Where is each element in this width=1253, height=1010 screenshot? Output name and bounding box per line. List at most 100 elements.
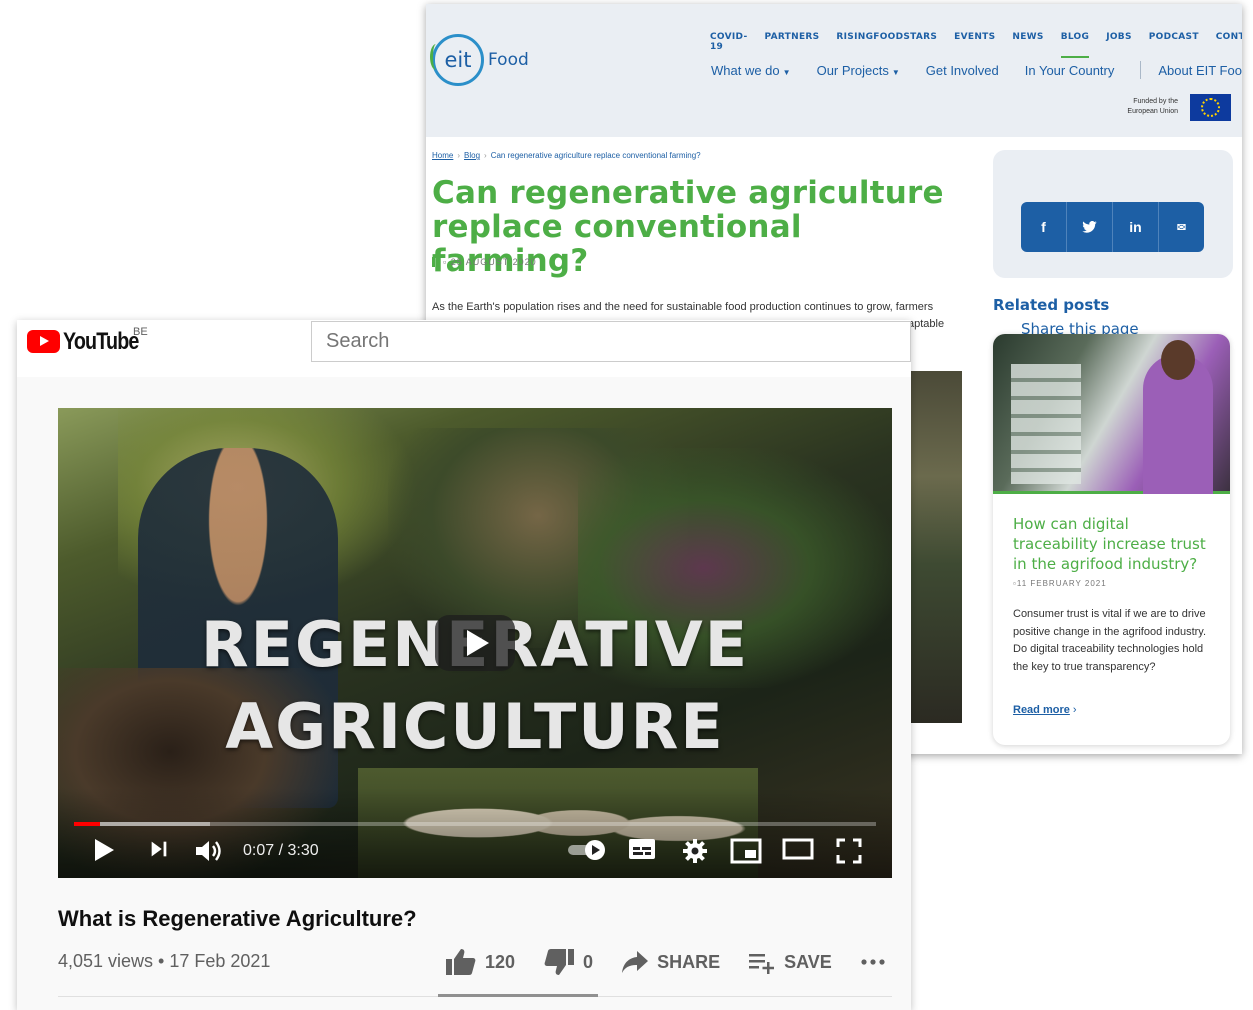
nav-in-your-country[interactable]: In Your Country [1025,63,1115,78]
breadcrumb-separator: › [484,151,487,160]
region-badge: BE [133,326,148,338]
time-display: 0:07 / 3:30 [243,842,319,859]
breadcrumb-blog[interactable]: Blog [464,151,480,160]
breadcrumb: Home › Blog › Can regenerative agriculture r… [432,151,701,160]
linkedin-icon: in [1129,219,1142,235]
share-arrow-icon [622,951,649,973]
autoplay-toggle[interactable] [566,838,608,862]
more-actions-button[interactable] [860,958,894,966]
top-nav-news[interactable]: NEWS [1012,32,1043,52]
skip-next-icon [151,841,167,857]
more-horizontal-icon [861,959,885,965]
chevron-right-icon: › [1072,704,1077,716]
related-post-image [993,334,1230,494]
breadcrumb-separator: › [457,151,461,160]
read-more-label: Read more [1013,704,1070,716]
top-nav-partners[interactable]: PARTNERS [765,32,820,52]
big-play-button[interactable] [435,615,515,671]
like-button[interactable]: 120 [445,948,515,976]
miniplayer-button[interactable] [730,838,762,864]
save-button[interactable]: SAVE [748,950,832,974]
email-icon: ✉ [1176,221,1187,234]
eit-main-nav: What we do ▼ Our Projects ▼ Get Involved I… [711,61,1242,79]
share-email-button[interactable]: ✉ [1159,202,1204,252]
like-count: 120 [485,951,516,972]
twitter-icon [1082,221,1097,233]
youtube-logo-icon[interactable] [27,330,60,353]
fullscreen-icon [836,838,862,864]
nav-our-projects-label: Our Projects [816,62,889,78]
article-intro-text: As the Earth's population rises and the … [432,301,934,313]
share-label: SHARE [657,951,721,972]
nav-about[interactable]: About EIT Food [1158,63,1242,78]
nav-what-we-do[interactable]: What we do ▼ [711,63,791,78]
eit-logo-text[interactable]: Food [488,50,529,70]
progress-bar[interactable] [74,822,876,826]
video-meta: 4,051 views • 17 Feb 2021 [58,951,271,971]
top-nav-jobs[interactable]: JOBS [1106,32,1132,52]
video-actions: 120 0 SHARE SAVE [445,948,911,976]
post-date-text: 25 AUGUST 2020 [450,257,537,267]
top-nav-covid[interactable]: COVID-19 [710,32,748,52]
dislike-count: 0 [583,951,594,972]
eit-header: eit Food COVID-19 PARTNERS RISINGFOODSTA… [426,4,1242,137]
related-post-date: ▫11 FEBRUARY 2021 [1013,579,1107,588]
related-post-date-text: 11 FEBRUARY 2021 [1016,579,1107,588]
youtube-topbar: YouTube BE [17,320,911,377]
top-nav-blog[interactable]: BLOG [1060,32,1090,58]
top-nav-podcast[interactable]: PODCAST [1149,32,1199,52]
progress-played [74,822,101,826]
miniplayer-icon [730,838,762,864]
nav-separator [1140,61,1142,79]
video-title: What is Regenerative Agriculture? [58,906,417,931]
eit-logo-mark: eit [444,48,472,72]
page: eit Food COVID-19 PARTNERS RISINGFOODSTA… [0,0,1253,1010]
volume-button[interactable] [194,838,224,864]
youtube-logo-text[interactable]: YouTube [63,328,139,356]
share-facebook-button[interactable]: f [1021,202,1067,252]
caret-down-icon: ▼ [891,67,900,77]
caret-down-icon: ▼ [782,67,791,77]
theater-mode-button[interactable] [782,838,814,860]
play-button[interactable] [92,838,116,862]
settings-button[interactable] [682,838,708,864]
youtube-window: YouTube BE REGENERATIVE AGRICULTURE [17,320,911,1010]
top-nav-events[interactable]: EVENTS [954,32,995,52]
autoplay-icon [568,840,605,860]
related-post-excerpt: Consumer trust is vital if we are to dri… [1013,608,1207,673]
top-nav-risingfoodstars[interactable]: RISINGFOODSTARS [836,32,937,52]
read-more-link[interactable]: Read more › [1013,704,1077,716]
dislike-button[interactable]: 0 [543,948,593,976]
controls-gradient [58,788,892,878]
eit-top-nav: COVID-19 PARTNERS RISINGFOODSTARS EVENTS… [710,32,1242,58]
article-hero-image [910,371,962,723]
calendar-icon: ▫ [443,257,448,267]
share-buttons: f in ✉ [1021,202,1204,252]
nav-get-involved[interactable]: Get Involved [926,63,999,78]
nav-our-projects[interactable]: Our Projects ▼ [817,63,900,78]
save-label: SAVE [784,951,832,972]
breadcrumb-current: Can regenerative agriculture replace con… [490,151,701,160]
facebook-icon: f [1041,219,1046,235]
search-input[interactable] [311,321,911,362]
video-player[interactable]: REGENERATIVE AGRICULTURE 0:07 / 3:30 [58,408,892,878]
subtitles-icon [629,839,655,859]
subtitles-button[interactable] [628,838,656,860]
fullscreen-button[interactable] [836,838,862,864]
related-post-card[interactable]: How can digital traceability increase tr… [993,334,1230,745]
share-linkedin-button[interactable]: in [1113,202,1159,252]
like-ratio-bar [438,994,598,997]
share-twitter-button[interactable] [1067,202,1113,252]
eu-flag-icon [1190,94,1231,121]
breadcrumb-home[interactable]: Home [432,151,453,160]
next-button[interactable] [148,838,170,860]
related-post-title[interactable]: How can digital traceability increase tr… [1013,514,1218,574]
top-nav-contact[interactable]: CONTACT [1216,32,1242,52]
related-posts-title: Related posts [993,296,1110,314]
volume-icon [196,841,221,861]
eit-logo-accent [430,44,442,70]
share-button[interactable]: SHARE [621,950,720,974]
video-overlay-line-2: AGRICULTURE [225,690,725,763]
gear-icon [683,839,707,863]
nav-what-we-do-label: What we do [711,62,780,78]
